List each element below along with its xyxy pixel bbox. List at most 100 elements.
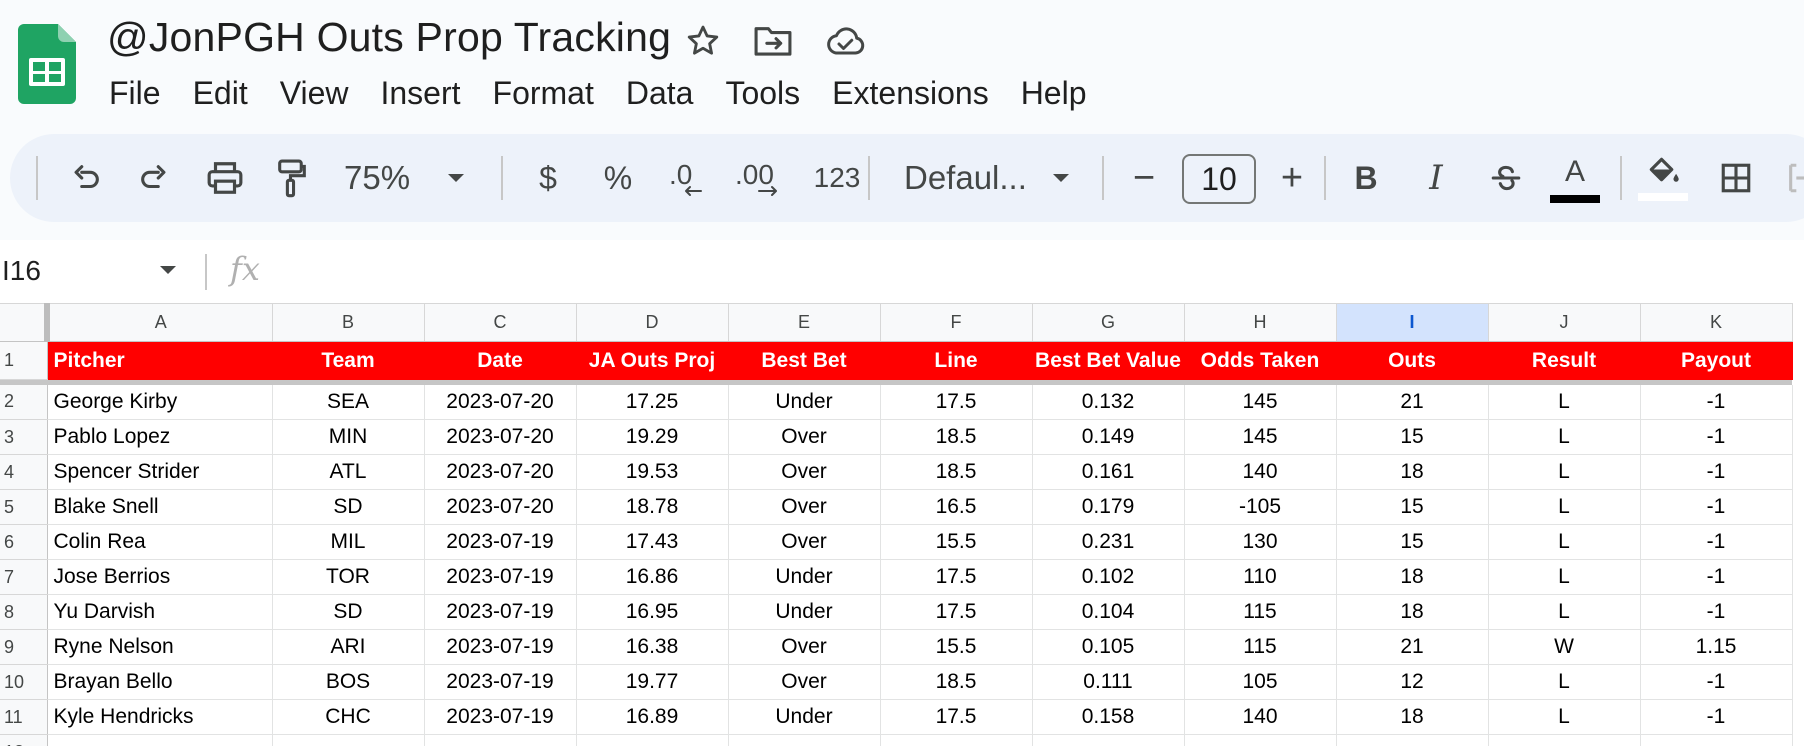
header-cell-date[interactable]: Date xyxy=(424,341,577,380)
column-header-e[interactable]: E xyxy=(728,303,881,342)
cell-team[interactable]: MIN xyxy=(272,419,425,455)
cell-payout[interactable]: -1 xyxy=(1640,384,1793,420)
paint-format-icon[interactable] xyxy=(264,134,320,222)
star-icon[interactable] xyxy=(680,18,726,64)
cell-best-bet[interactable]: Under xyxy=(728,384,881,420)
cell-ja-outs-proj[interactable]: 19.29 xyxy=(576,419,729,455)
cell-result[interactable]: W xyxy=(1488,629,1641,665)
cell-odds-taken[interactable]: 145 xyxy=(1184,419,1337,455)
cell-result[interactable]: L xyxy=(1488,454,1641,490)
cell-payout[interactable]: -1 xyxy=(1640,559,1793,595)
cell-date[interactable]: 2023-07-19 xyxy=(424,594,577,630)
cell-odds-taken[interactable]: 115 xyxy=(1184,629,1337,665)
cell-ja-outs-proj[interactable] xyxy=(576,734,729,746)
row-header[interactable]: 5 xyxy=(0,489,48,525)
cell-outs[interactable]: 15 xyxy=(1336,489,1489,525)
cell-ja-outs-proj[interactable]: 17.25 xyxy=(576,384,729,420)
font-family-select[interactable]: Defaul... xyxy=(884,134,1094,222)
cell-odds-taken[interactable]: 145 xyxy=(1184,384,1337,420)
cell-line[interactable]: 17.5 xyxy=(880,559,1033,595)
column-header-c[interactable]: C xyxy=(424,303,577,342)
formula-input[interactable] xyxy=(290,250,1790,292)
cell-line[interactable]: 15.5 xyxy=(880,524,1033,560)
header-cell-best-bet[interactable]: Best Bet xyxy=(728,341,881,380)
cell-date[interactable]: 2023-07-19 xyxy=(424,664,577,700)
cell-payout[interactable]: -1 xyxy=(1640,699,1793,735)
cell-best-bet-value[interactable] xyxy=(1032,734,1185,746)
cell-line[interactable]: 16.5 xyxy=(880,489,1033,525)
cell-date[interactable]: 2023-07-19 xyxy=(424,559,577,595)
cell-result[interactable]: L xyxy=(1488,384,1641,420)
column-header-g[interactable]: G xyxy=(1032,303,1185,342)
cell-odds-taken[interactable]: 130 xyxy=(1184,524,1337,560)
cell-team[interactable]: ATL xyxy=(272,454,425,490)
cell-outs[interactable]: 18 xyxy=(1336,699,1489,735)
increase-font-size-button[interactable]: + xyxy=(1264,134,1320,222)
cell-odds-taken[interactable]: 140 xyxy=(1184,699,1337,735)
sheets-logo-icon[interactable] xyxy=(18,24,76,104)
cell-line[interactable]: 18.5 xyxy=(880,454,1033,490)
cell-ja-outs-proj[interactable]: 19.77 xyxy=(576,664,729,700)
cell-odds-taken[interactable]: 115 xyxy=(1184,594,1337,630)
cell-result[interactable]: L xyxy=(1488,559,1641,595)
cell-outs[interactable]: 12 xyxy=(1336,664,1489,700)
cell-best-bet-value[interactable]: 0.149 xyxy=(1032,419,1185,455)
menu-format[interactable]: Format xyxy=(477,70,610,116)
cell-best-bet[interactable]: Under xyxy=(728,559,881,595)
cell-ja-outs-proj[interactable]: 16.38 xyxy=(576,629,729,665)
cell-best-bet-value[interactable]: 0.111 xyxy=(1032,664,1185,700)
header-cell-team[interactable]: Team xyxy=(272,341,425,380)
row-header[interactable]: 1 xyxy=(0,341,48,380)
cell-team[interactable]: SD xyxy=(272,489,425,525)
cell-best-bet[interactable]: Under xyxy=(728,699,881,735)
more-formats-button[interactable]: 123 xyxy=(802,134,872,222)
select-all-corner[interactable] xyxy=(0,303,50,342)
column-header-j[interactable]: J xyxy=(1488,303,1641,342)
cell-best-bet[interactable] xyxy=(728,734,881,746)
cell-result[interactable]: L xyxy=(1488,699,1641,735)
menu-data[interactable]: Data xyxy=(610,70,710,116)
cell-team[interactable]: MIL xyxy=(272,524,425,560)
cell-best-bet-value[interactable]: 0.105 xyxy=(1032,629,1185,665)
cell-odds-taken[interactable] xyxy=(1184,734,1337,746)
cell-best-bet[interactable]: Over xyxy=(728,629,881,665)
cell-outs[interactable] xyxy=(1336,734,1489,746)
cell-result[interactable]: L xyxy=(1488,524,1641,560)
column-header-i[interactable]: I xyxy=(1336,303,1489,342)
cell-outs[interactable]: 15 xyxy=(1336,524,1489,560)
redo-icon[interactable] xyxy=(124,134,184,222)
header-cell-pitcher[interactable]: Pitcher xyxy=(47,341,273,380)
cell-result[interactable]: L xyxy=(1488,664,1641,700)
cell-best-bet-value[interactable]: 0.161 xyxy=(1032,454,1185,490)
menu-insert[interactable]: Insert xyxy=(364,70,476,116)
cell-date[interactable]: 2023-07-20 xyxy=(424,454,577,490)
cell-payout[interactable]: -1 xyxy=(1640,454,1793,490)
cell-date[interactable]: 2023-07-20 xyxy=(424,384,577,420)
cell-ja-outs-proj[interactable]: 19.53 xyxy=(576,454,729,490)
cell-team[interactable]: TOR xyxy=(272,559,425,595)
cell-pitcher[interactable]: Jose Berrios xyxy=(47,559,273,595)
cell-best-bet[interactable]: Over xyxy=(728,489,881,525)
menu-help[interactable]: Help xyxy=(1005,70,1103,116)
header-cell-ja-outs-proj[interactable]: JA Outs Proj xyxy=(576,341,729,380)
cell-outs[interactable]: 15 xyxy=(1336,419,1489,455)
row-header[interactable]: 9 xyxy=(0,629,48,665)
cell-odds-taken[interactable]: -105 xyxy=(1184,489,1337,525)
cell-best-bet[interactable]: Over xyxy=(728,454,881,490)
cell-pitcher[interactable]: Yu Darvish xyxy=(47,594,273,630)
row-header[interactable]: 4 xyxy=(0,454,48,490)
cell-payout[interactable] xyxy=(1640,734,1793,746)
header-cell-best-bet-value[interactable]: Best Bet Value xyxy=(1032,341,1185,380)
cell-team[interactable]: CHC xyxy=(272,699,425,735)
row-header[interactable]: 12 xyxy=(0,734,48,746)
cell-team[interactable] xyxy=(272,734,425,746)
cell-line[interactable]: 18.5 xyxy=(880,664,1033,700)
row-header[interactable]: 11 xyxy=(0,699,48,735)
italic-button[interactable]: I xyxy=(1408,134,1464,222)
menu-extensions[interactable]: Extensions xyxy=(816,70,1005,116)
decrease-font-size-button[interactable]: − xyxy=(1116,134,1172,222)
cell-date[interactable]: 2023-07-19 xyxy=(424,524,577,560)
column-header-b[interactable]: B xyxy=(272,303,425,342)
cell-team[interactable]: BOS xyxy=(272,664,425,700)
cell-pitcher[interactable]: Brayan Bello xyxy=(47,664,273,700)
